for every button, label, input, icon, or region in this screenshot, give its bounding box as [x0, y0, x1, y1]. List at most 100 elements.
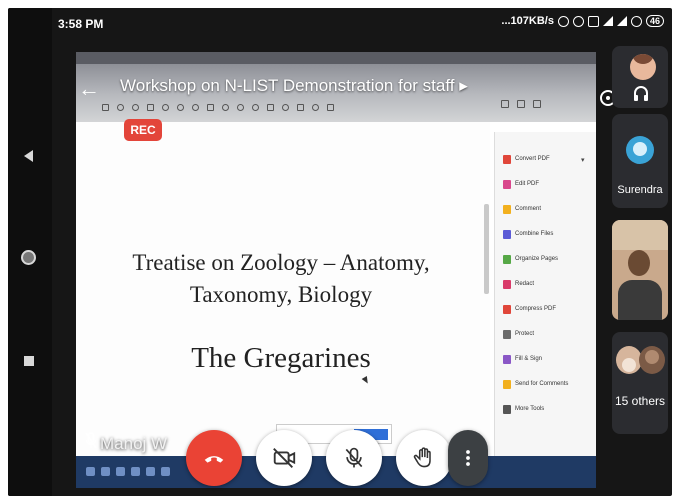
taskbar-icon	[131, 467, 140, 476]
doc-heading-line1: Treatise on Zoology – Anatomy,	[132, 250, 430, 275]
participant-face	[628, 250, 650, 276]
pdf-tool-item[interactable]: Organize Pages	[503, 252, 558, 266]
pdf-tool-item[interactable]: Edit PDF	[503, 177, 539, 191]
pdf-tool-label: Convert PDF	[515, 156, 550, 162]
toolbar-icon	[222, 103, 229, 111]
pdf-tool-item[interactable]: Compress PDF	[503, 302, 556, 316]
phone-hangup-icon	[204, 456, 224, 463]
avatar	[639, 346, 665, 374]
shared-document: Treatise on Zoology – Anatomy, Taxonomy,…	[76, 122, 490, 462]
others-count: 15 others	[614, 394, 666, 408]
pdf-tool-label: Comment	[515, 206, 542, 212]
pdf-tool-label: Combine Files	[515, 231, 554, 237]
headphones-icon	[634, 86, 648, 101]
android-nav-bar	[8, 8, 52, 496]
nav-back-icon[interactable]	[24, 150, 33, 162]
pdf-tool-label: Send for Comments	[515, 381, 569, 387]
participant-name: Surendra	[617, 184, 663, 196]
pdf-tool-label: Fill & Sign	[515, 356, 543, 362]
pdf-tool-icon	[503, 179, 511, 189]
taskbar-icon	[101, 467, 110, 476]
taskbar-icon	[116, 467, 125, 476]
toolbar-icon	[282, 103, 289, 111]
participant-tile-others[interactable]: 15 others	[612, 332, 668, 434]
toolbar-icon	[312, 103, 319, 111]
pdf-tool-icon	[503, 279, 511, 289]
mic-off-icon	[345, 447, 363, 468]
pdf-tool-item[interactable]: Send for Comments	[503, 377, 568, 391]
pdf-tool-icon	[503, 204, 511, 214]
toolbar-icon	[192, 103, 199, 111]
pdf-tool-icon	[503, 154, 511, 164]
arrow-left-icon[interactable]: ←	[76, 78, 102, 101]
nav-home-icon[interactable]	[21, 250, 36, 265]
pdf-tools-panel: ▾ Convert PDF Edit PDF Comment Combine File…	[494, 132, 596, 472]
taskbar-icon	[146, 467, 155, 476]
doc-title: The Gregarines	[191, 342, 371, 374]
wifi-icon	[630, 15, 642, 27]
toolbar-icon	[117, 103, 124, 111]
nfc-icon	[587, 15, 599, 27]
pdf-tool-item[interactable]: Convert PDF	[503, 152, 550, 166]
taskbar-icon	[86, 467, 95, 476]
doc-scrollbar	[484, 204, 489, 294]
battery-icon: 46	[645, 15, 664, 27]
status-icons: ...107KB/s 46	[501, 15, 664, 27]
participant-tile-video[interactable]	[612, 220, 668, 320]
toolbar-icon	[533, 100, 541, 108]
more-options-button[interactable]	[448, 430, 488, 486]
camera-toggle-button[interactable]	[256, 430, 312, 486]
pdf-tool-label: Organize Pages	[515, 256, 559, 262]
toolbar-icon	[207, 103, 214, 111]
toolbar-icon	[501, 100, 509, 108]
toolbar-icon	[177, 103, 184, 111]
participant-tile-surendra[interactable]: Surendra	[612, 114, 668, 208]
participant-tile-self[interactable]	[612, 46, 668, 108]
screen-share-view[interactable]: ← Workshop on N-LIST Demonstration for s…	[76, 52, 596, 488]
pdf-tool-item[interactable]: Combine Files	[503, 227, 553, 241]
call-controls	[186, 430, 496, 490]
pdf-tool-icon	[503, 404, 511, 414]
pdf-tool-item[interactable]: Comment	[503, 202, 541, 216]
chevron-down-icon: ▾	[581, 157, 585, 164]
toolbar-icon	[297, 103, 304, 111]
shared-browser-tabs	[76, 52, 596, 64]
toolbar-icon	[147, 103, 154, 111]
pdf-tool-item[interactable]: Redact	[503, 277, 534, 291]
pdf-tool-icon	[503, 229, 511, 239]
pdf-tool-label: Compress PDF	[515, 306, 557, 312]
meeting-title[interactable]: Workshop on N-LIST Demonstration for sta…	[120, 76, 468, 96]
avatar	[630, 54, 656, 80]
avatar	[626, 136, 654, 164]
participant-strip: Surendra 15 others	[612, 46, 668, 486]
shared-app-header: ← Workshop on N-LIST Demonstration for s…	[76, 52, 596, 122]
camera-off-icon	[273, 448, 296, 468]
toolbar-icon	[102, 103, 109, 111]
toolbar-icon	[237, 103, 244, 111]
doc-heading-line2: Taxonomy, Biology	[189, 282, 373, 307]
pdf-tool-item[interactable]: Fill & Sign	[503, 352, 542, 366]
headset-status-icon	[557, 15, 569, 27]
hang-up-button[interactable]	[186, 430, 242, 486]
pdf-tool-label: Protect	[515, 331, 535, 337]
pdf-tool-icon	[503, 354, 511, 364]
raise-hand-icon	[413, 447, 431, 468]
raise-hand-button[interactable]	[396, 430, 452, 486]
more-vert-icon	[466, 450, 470, 466]
nav-recents-icon[interactable]	[24, 356, 34, 366]
pdf-tool-label: Edit PDF	[515, 181, 540, 187]
pdf-tool-item[interactable]: Protect	[503, 327, 534, 341]
toolbar-icon	[252, 103, 259, 111]
taskbar-icon	[161, 467, 170, 476]
mic-toggle-button[interactable]	[326, 430, 382, 486]
signal-icon	[602, 16, 613, 26]
pdf-tool-icon	[503, 254, 511, 264]
toolbar-icon	[267, 103, 274, 111]
pdf-tool-label: Redact	[515, 281, 535, 287]
alarm-icon	[572, 15, 584, 27]
pdf-tool-label: More Tools	[515, 406, 545, 412]
pdf-tool-item[interactable]: More Tools	[503, 402, 544, 416]
toolbar-icon	[327, 103, 334, 111]
shared-right-tools	[501, 100, 541, 108]
status-time: 3:58 PM	[58, 17, 104, 31]
